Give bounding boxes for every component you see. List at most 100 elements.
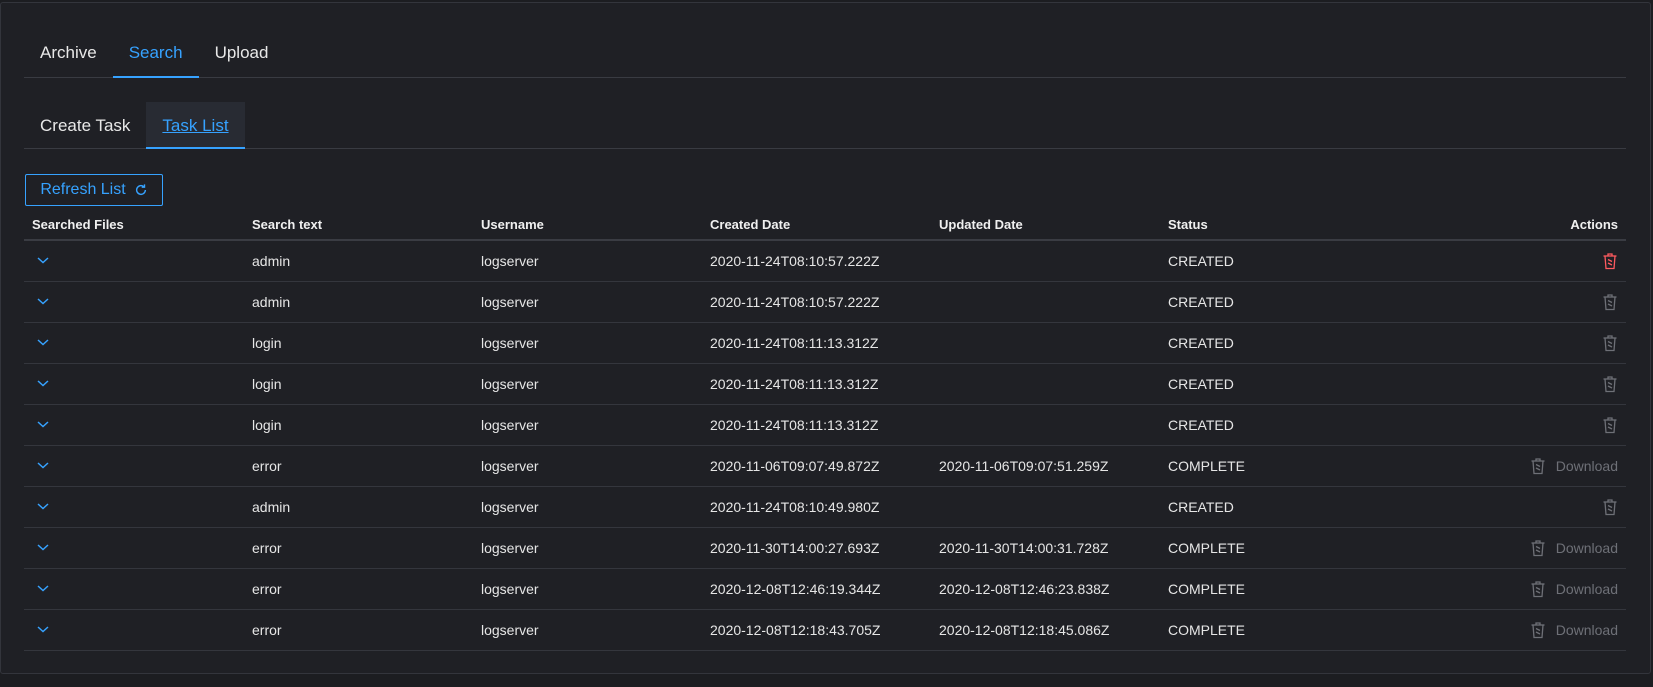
actions-cell: Download [1397,539,1626,557]
chevron-down-icon[interactable] [36,417,50,431]
username-cell: logserver [481,417,539,433]
table-row: admin logserver 2020-11-24T08:10:57.222Z CR… [24,282,1626,323]
created-date-cell: 2020-11-24T08:11:13.312Z [710,335,879,351]
download-link[interactable]: Download [1556,581,1618,597]
search-text-cell: login [252,335,282,351]
status-cell: CREATED [1168,417,1234,433]
searched-files-cell [24,294,252,311]
download-link[interactable]: Download [1556,622,1618,638]
search-panel: Archive Search Upload Create Task Task L… [0,2,1651,674]
status-cell: COMPLETE [1168,540,1246,556]
searched-files-cell [24,581,252,598]
trash-icon[interactable] [1602,416,1618,434]
search-text-cell: error [252,540,282,556]
username-cell: logserver [481,335,539,351]
created-date-cell: 2020-11-30T14:00:27.693Z [710,540,880,556]
status-cell: COMPLETE [1168,622,1246,638]
username-cell: logserver [481,253,539,269]
trash-icon[interactable] [1602,375,1618,393]
status-cell: COMPLETE [1168,458,1246,474]
chevron-down-icon[interactable] [36,458,50,472]
trash-icon[interactable] [1602,334,1618,352]
searched-files-cell [24,499,252,516]
actions-cell [1397,252,1626,270]
username-cell: logserver [481,376,539,392]
status-cell: COMPLETE [1168,581,1246,597]
created-date-cell: 2020-11-24T08:11:13.312Z [710,376,879,392]
search-text-cell: error [252,622,282,638]
tab-create-task[interactable]: Create Task [24,102,146,149]
username-cell: logserver [481,294,539,310]
task-table: Searched Files Search text Username Crea… [24,210,1626,651]
chevron-down-icon[interactable] [36,335,50,349]
trash-icon[interactable] [1602,293,1618,311]
chevron-down-icon[interactable] [36,540,50,554]
status-cell: CREATED [1168,253,1234,269]
search-text-cell: admin [252,253,291,269]
refresh-list-button[interactable]: Refresh List [25,174,163,206]
chevron-down-icon[interactable] [36,581,50,595]
table-header: Searched Files Search text Username Crea… [24,210,1626,241]
searched-files-cell [24,417,252,434]
chevron-down-icon[interactable] [36,499,50,513]
searched-files-cell [24,335,252,352]
trash-icon[interactable] [1530,539,1546,557]
actions-cell [1397,334,1626,352]
table-row: error logserver 2020-11-30T14:00:27.693Z 20… [24,528,1626,569]
updated-date-cell: 2020-12-08T12:18:45.086Z [939,622,1110,638]
col-username[interactable]: Username [481,217,710,232]
status-cell: CREATED [1168,335,1234,351]
col-status[interactable]: Status [1168,217,1397,232]
actions-cell [1397,375,1626,393]
searched-files-cell [24,540,252,557]
trash-icon[interactable] [1530,580,1546,598]
table-row: admin logserver 2020-11-24T08:10:49.980Z CR… [24,487,1626,528]
username-cell: logserver [481,458,539,474]
updated-date-cell: 2020-12-08T12:46:23.838Z [939,581,1110,597]
actions-cell [1397,498,1626,516]
tab-search[interactable]: Search [112,37,199,78]
searched-files-cell [24,622,252,639]
chevron-down-icon[interactable] [36,622,50,636]
main-tabs: Archive Search Upload [24,37,1626,78]
table-row: login logserver 2020-11-24T08:11:13.312Z CR… [24,364,1626,405]
chevron-down-icon[interactable] [36,376,50,390]
created-date-cell: 2020-11-24T08:10:49.980Z [710,499,880,515]
trash-icon[interactable] [1602,498,1618,516]
col-updated-date[interactable]: Updated Date [939,217,1168,232]
tab-archive[interactable]: Archive [24,37,113,78]
download-link[interactable]: Download [1556,540,1618,556]
refresh-list-label: Refresh List [40,181,126,198]
tab-task-list[interactable]: Task List [146,102,245,149]
updated-date-cell: 2020-11-30T14:00:31.728Z [939,540,1109,556]
col-actions: Actions [1570,217,1618,232]
updated-date-cell: 2020-11-06T09:07:51.259Z [939,458,1109,474]
chevron-down-icon[interactable] [36,253,50,267]
trash-icon[interactable] [1530,621,1546,639]
col-searched-files[interactable]: Searched Files [24,217,252,232]
actions-cell: Download [1397,621,1626,639]
download-link[interactable]: Download [1556,458,1618,474]
actions-cell: Download [1397,457,1626,475]
created-date-cell: 2020-12-08T12:46:19.344Z [710,581,881,597]
table-row: admin logserver 2020-11-24T08:10:57.222Z CR… [24,241,1626,282]
created-date-cell: 2020-12-08T12:18:43.705Z [710,622,881,638]
search-text-cell: login [252,376,282,392]
chevron-down-icon[interactable] [36,294,50,308]
search-text-cell: login [252,417,282,433]
refresh-icon [135,184,146,196]
sub-tabs: Create Task Task List [24,102,1626,149]
searched-files-cell [24,253,252,270]
trash-icon[interactable] [1530,457,1546,475]
trash-icon[interactable] [1602,252,1618,270]
col-search-text[interactable]: Search text [252,217,481,232]
search-text-cell: admin [252,294,291,310]
col-created-date[interactable]: Created Date [710,217,939,232]
username-cell: logserver [481,540,539,556]
table-body: admin logserver 2020-11-24T08:10:57.222Z CR… [24,241,1626,651]
table-row: login logserver 2020-11-24T08:11:13.312Z CR… [24,405,1626,446]
table-row: error logserver 2020-12-08T12:18:43.705Z 20… [24,610,1626,651]
status-cell: CREATED [1168,294,1234,310]
tab-upload[interactable]: Upload [199,37,285,78]
created-date-cell: 2020-11-24T08:10:57.222Z [710,253,880,269]
